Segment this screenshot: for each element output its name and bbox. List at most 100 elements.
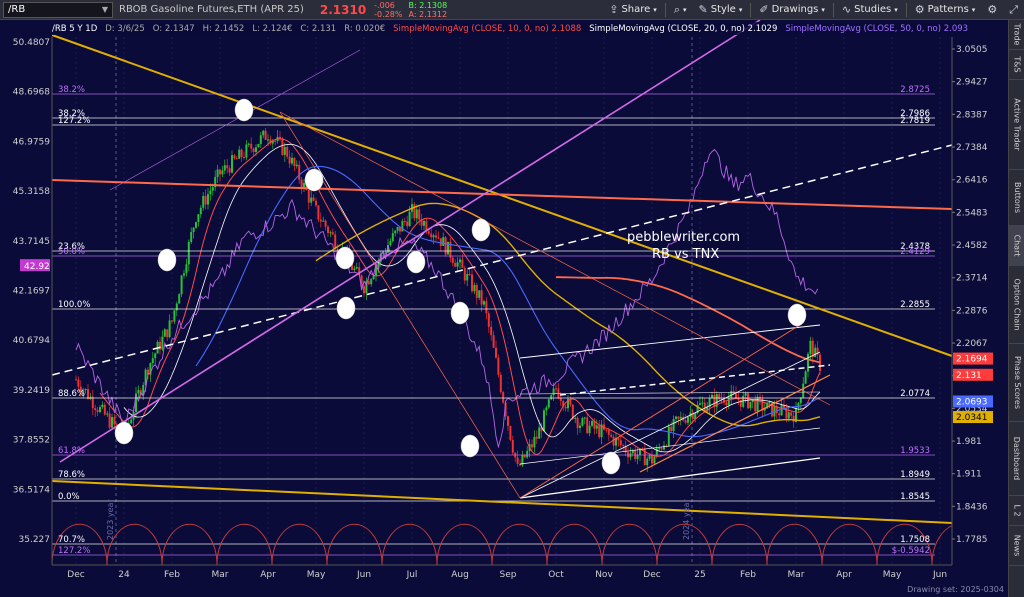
- symbol-input[interactable]: /RB ▼: [3, 1, 113, 18]
- candle-body: [694, 413, 697, 419]
- candle-body: [389, 241, 392, 246]
- candle-body: [667, 426, 670, 446]
- candle-body: [552, 388, 555, 396]
- candle-body: [255, 147, 257, 152]
- side-tab-t-s[interactable]: T&S: [1009, 50, 1024, 80]
- candle-body: [492, 335, 495, 348]
- x-axis-tick-label: Mar: [788, 570, 805, 580]
- bid-ask: B: 2.1308 A: 2.1312: [408, 1, 447, 19]
- side-tab-option-chain[interactable]: Option Chain: [1009, 266, 1024, 344]
- candle-body: [612, 436, 615, 446]
- candle-body: [454, 262, 457, 267]
- candle-body: [579, 425, 581, 428]
- drawings-button[interactable]: ✐ Drawings ▾: [753, 1, 831, 19]
- chart-header: /RB 5 Y 1D: [52, 23, 98, 34]
- ohlc-date: D: 3/6/25: [105, 23, 145, 34]
- side-tab-buttons[interactable]: Buttons: [1009, 170, 1024, 226]
- side-tab-news[interactable]: News: [1009, 526, 1024, 566]
- candle-body: [310, 197, 313, 203]
- price-change: -.006 -0.28%: [374, 1, 402, 19]
- candle-body: [94, 408, 97, 411]
- candle-body: [754, 399, 757, 412]
- candle-body: [610, 434, 613, 437]
- x-axis-tick-label: Sep: [500, 570, 517, 580]
- candle-body: [154, 353, 157, 359]
- patterns-icon: ⚙: [914, 3, 925, 16]
- candle-body: [485, 301, 488, 314]
- x-axis-tick-label: Nov: [595, 570, 613, 580]
- candle-body: [677, 416, 680, 419]
- pivot-marker: [234, 98, 254, 122]
- candle-body: [334, 234, 337, 249]
- zoom-button[interactable]: ⌕ ▾: [668, 1, 693, 19]
- candle-body: [394, 230, 397, 234]
- left-axis-tick-label: 48.6968: [13, 88, 50, 98]
- candle-body: [312, 197, 315, 201]
- candle-body: [190, 232, 193, 242]
- candle-body: [353, 268, 356, 270]
- right-axis-price-tag-label: 2.131: [956, 371, 982, 381]
- side-tab-label: Active Trader: [1012, 98, 1022, 151]
- x-axis-tick-label: Feb: [740, 570, 756, 580]
- side-tab-chart[interactable]: Chart: [1009, 226, 1024, 266]
- side-tab-dashboard[interactable]: Dashboard: [1009, 422, 1024, 496]
- patterns-button[interactable]: ⚙ Patterns ▾: [909, 1, 982, 19]
- change-percent: -0.28%: [374, 9, 403, 19]
- fib-level-value: 1.9533: [900, 446, 930, 456]
- x-axis-tick-label: Aug: [451, 570, 469, 580]
- last-price: 2.1310: [319, 2, 367, 17]
- style-button[interactable]: ✎ Style ▾: [693, 1, 749, 19]
- candle-body: [415, 209, 418, 219]
- maximize-button[interactable]: ⤢: [1003, 1, 1024, 19]
- x-axis-tick-label: May: [883, 570, 902, 580]
- pivot-marker: [157, 248, 177, 272]
- side-tab-active-trader[interactable]: Active Trader: [1009, 80, 1024, 170]
- share-button[interactable]: ⇪ Share ▾: [603, 1, 663, 19]
- candle-body: [233, 155, 236, 159]
- candle-body: [211, 187, 214, 191]
- sma50-label[interactable]: SimpleMovingAvg (CLOSE, 50, 0, no) 2.093: [785, 24, 968, 34]
- candle-body: [252, 148, 255, 152]
- candle-body: [403, 221, 406, 223]
- candle-body: [370, 279, 373, 285]
- candle-body: [814, 347, 817, 358]
- candle-body: [701, 402, 704, 404]
- pivot-marker: [304, 168, 324, 192]
- sma20-label[interactable]: SimpleMovingAvg (CLOSE, 20, 0, no) 2.102…: [589, 24, 777, 34]
- candle-body: [173, 310, 176, 322]
- candle-body: [137, 390, 140, 394]
- settings-button[interactable]: ⚙: [981, 1, 1003, 19]
- x-axis-tick-label: Apr: [836, 570, 852, 580]
- side-tab-label: Chart: [1012, 234, 1022, 257]
- candle-body: [295, 164, 298, 167]
- side-tab-label: News: [1012, 534, 1022, 557]
- candle-body: [490, 326, 493, 336]
- candle-body: [408, 211, 411, 227]
- sma50-name: SimpleMovingAvg (CLOSE, 50, 0, no): [785, 23, 942, 34]
- magnifier-icon: ⌕: [673, 2, 680, 16]
- candle-body: [183, 273, 185, 276]
- candle-body: [684, 420, 687, 423]
- studies-button[interactable]: ∿ Studies ▾: [836, 1, 904, 19]
- candle-body: [430, 233, 433, 238]
- side-tab-label: Trade: [1012, 23, 1022, 46]
- price-chart[interactable]: 2023 year 2024 year38.2% 2.872538.2% 2.7986…: [0, 20, 1008, 597]
- symbol-dropdown-icon[interactable]: ▼: [102, 5, 108, 14]
- candle-body: [423, 221, 425, 226]
- candle-body: [168, 320, 171, 338]
- style-label: Style: [710, 4, 736, 15]
- candle-body: [533, 436, 536, 448]
- fib-level-value: 1.7508: [900, 535, 930, 545]
- toolbar-divider: [664, 2, 666, 17]
- left-axis-tick-label: 42.1697: [13, 287, 50, 297]
- side-tab-phase-scores[interactable]: Phase Scores: [1009, 344, 1024, 422]
- candle-body: [331, 232, 334, 235]
- side-tab-l-2[interactable]: L 2: [1009, 496, 1024, 526]
- sma10-label[interactable]: SimpleMovingAvg (CLOSE, 10, 0, no) 2.108…: [393, 24, 581, 34]
- candle-body: [679, 416, 682, 419]
- candle-body: [607, 430, 610, 435]
- x-axis-tick-label: 25: [694, 570, 705, 580]
- side-tab-trade[interactable]: Trade: [1009, 20, 1024, 50]
- candle-body: [329, 232, 332, 234]
- candle-body: [526, 450, 529, 458]
